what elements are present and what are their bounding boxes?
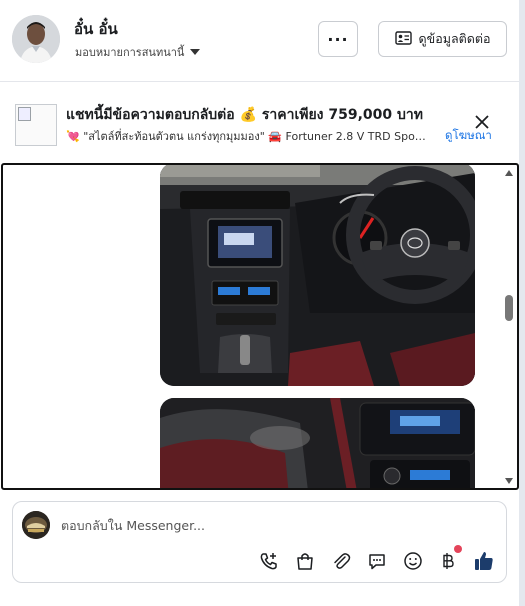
message-composer: ตอบกลับใน Messenger...: [12, 501, 507, 583]
message-thread[interactable]: [1, 163, 519, 490]
ad-context-banner: แชทนี้มีข้อความตอบกลับต่อ 💰 ราคาเพียง 75…: [0, 83, 519, 161]
ad-subtitle: 💘 "สไตล์ที่สะท้อนตัวตน แกร่งทุกมุมมอง" 🚘…: [66, 130, 426, 143]
view-contact-button[interactable]: ดูข้อมูลติดต่อ: [378, 21, 507, 57]
scroll-up-icon[interactable]: [505, 170, 513, 176]
page-avatar: [22, 511, 50, 539]
more-icon: ···: [327, 29, 349, 49]
assign-label: มอบหมายการสนทนานี้: [75, 46, 185, 59]
close-icon[interactable]: [473, 113, 491, 131]
shopping-bag-icon[interactable]: [293, 549, 317, 573]
message-input[interactable]: ตอบกลับใน Messenger...: [61, 516, 205, 536]
more-options-button[interactable]: ···: [318, 21, 358, 57]
conversation-panel: อั๋น อั๋น มอบหมายการสนทนานี้ ··· ดูข้อมู…: [0, 0, 519, 606]
user-avatar[interactable]: [12, 15, 60, 63]
ad-title: แชทนี้มีข้อความตอบกลับต่อ 💰 ราคาเพียง 75…: [66, 107, 424, 123]
user-name[interactable]: อั๋น อั๋น: [74, 17, 118, 41]
assign-conversation-dropdown[interactable]: มอบหมายการสนทนานี้: [75, 43, 201, 61]
car-interior-photo[interactable]: [160, 165, 475, 386]
caret-down-icon: [190, 49, 201, 55]
contact-card-icon: [394, 30, 412, 48]
ad-thumbnail[interactable]: [15, 104, 57, 146]
broken-image-icon: [18, 107, 31, 121]
paperclip-icon[interactable]: [329, 549, 353, 573]
chat-bubble-icon[interactable]: [365, 549, 389, 573]
page-scroll-edge: [519, 0, 525, 606]
conversation-header: อั๋น อั๋น มอบหมายการสนทนานี้ ··· ดูข้อมู…: [0, 0, 519, 82]
scrollbar-thumb[interactable]: [505, 295, 513, 321]
thumbs-up-icon[interactable]: [472, 549, 496, 573]
emoji-icon[interactable]: [401, 549, 425, 573]
car-seat-photo[interactable]: [160, 398, 475, 488]
scroll-down-icon[interactable]: [505, 478, 513, 484]
view-contact-label: ดูข้อมูลติดต่อ: [418, 31, 491, 46]
add-call-icon[interactable]: [257, 549, 281, 573]
vertical-scrollbar[interactable]: [504, 167, 514, 487]
notification-dot: [454, 545, 462, 553]
composer-toolbar: [13, 545, 508, 578]
